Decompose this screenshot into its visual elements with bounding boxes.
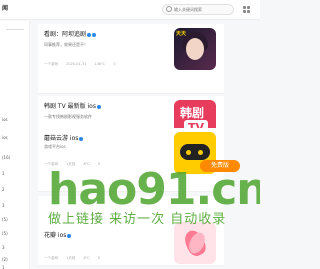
sidebar-item[interactable]: (2) bbox=[2, 257, 8, 262]
meta-views: 146℃ bbox=[94, 62, 106, 66]
meta-date: 2020-01-31 bbox=[66, 62, 87, 66]
app-thumbnail[interactable]: 天天 bbox=[174, 28, 216, 70]
app-meta: 一个游戏 1天前 6℃ 0 bbox=[44, 256, 107, 261]
search-box[interactable] bbox=[162, 4, 234, 15]
sidebar-divider bbox=[6, 29, 24, 30]
watermark-badge: 免费版 bbox=[200, 160, 240, 172]
grid-menu-icon[interactable] bbox=[243, 6, 250, 13]
verified-icon bbox=[96, 104, 101, 109]
app-meta: 一个游戏 2020-01-31 146℃ 0 bbox=[44, 62, 123, 67]
meta-views: 6℃ bbox=[83, 256, 90, 260]
app-description: 游戏平台ios bbox=[44, 144, 66, 149]
meta-comments: 0 bbox=[113, 62, 116, 66]
sidebar-item[interactable]: ios bbox=[2, 135, 8, 140]
app-card[interactable]: 看剧：阿坝追剧 同事推荐，效果还是不！ 一个游戏 2020-01-31 146℃… bbox=[38, 24, 224, 94]
thumb-logo: 天天 bbox=[176, 31, 187, 37]
watermark-slogan: 做上链接 来访一次 自动收录 bbox=[48, 212, 227, 227]
app-title[interactable]: 韩剧 TV 最新版 ios bbox=[44, 101, 101, 110]
sidebar-item[interactable]: 3 bbox=[2, 245, 5, 250]
meta-author: 一个游戏 bbox=[44, 256, 58, 260]
sidebar-item[interactable]: ios bbox=[2, 117, 8, 122]
app-description: 同事推荐，效果还是不！ bbox=[44, 42, 88, 47]
top-bar: 闻 bbox=[0, 0, 260, 20]
verified-icon bbox=[87, 32, 92, 37]
meta-comments: 0 bbox=[97, 256, 101, 260]
search-input[interactable] bbox=[174, 6, 232, 13]
app-title[interactable]: 看剧：阿坝追剧 bbox=[44, 29, 97, 38]
thumb-text: 韩剧 bbox=[180, 106, 205, 120]
app-title[interactable]: 蘑菇云游 ios bbox=[44, 133, 84, 142]
app-description: 一款专找韩剧影视服务软件 bbox=[44, 114, 92, 119]
site-logo[interactable]: 闻 bbox=[2, 3, 8, 12]
watermark: hao91.cn 做上链接 来访一次 自动收录 免费版 bbox=[0, 160, 260, 240]
sidebar-item[interactable]: 1 bbox=[2, 265, 5, 269]
meta-date: 1天前 bbox=[66, 256, 76, 260]
verified-icon bbox=[79, 136, 84, 141]
verified-icon bbox=[92, 32, 97, 37]
search-icon[interactable] bbox=[166, 6, 172, 12]
page: 闻 ios ios (16) 1 2 3 (5) (5) 3 (2) 1 看剧：… bbox=[0, 0, 260, 269]
meta-author: 一个游戏 bbox=[44, 62, 58, 66]
